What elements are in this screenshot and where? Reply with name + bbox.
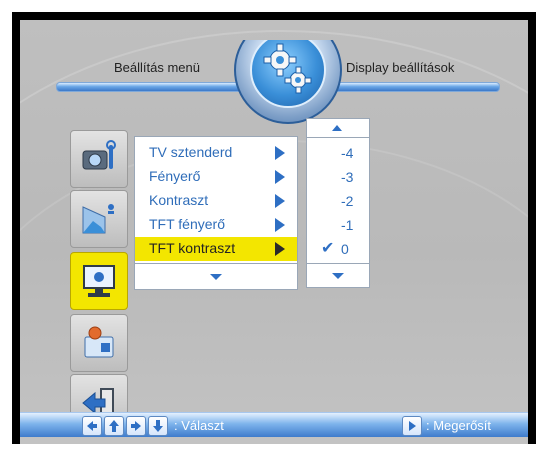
value-list: -4 -3 -2 -1 ✔ 0	[306, 118, 370, 288]
settings-menu: TV sztenderd Fényerő Kontraszt TFT fénye…	[134, 136, 298, 290]
left-arrow-key-icon	[82, 416, 102, 436]
value-scroll-up[interactable]	[307, 119, 369, 138]
menu-item-label: TFT kontraszt	[149, 240, 236, 256]
value-option-label: -3	[341, 169, 354, 185]
menu-title: Beállítás menü	[114, 60, 200, 75]
menu-item-label: TFT fényerő	[149, 216, 225, 232]
sidebar-item-picture-settings[interactable]	[70, 190, 128, 248]
menu-item-label: Kontraszt	[149, 192, 209, 208]
chevron-right-icon	[275, 194, 285, 208]
value-option-label: -2	[341, 193, 354, 209]
title-bar-right	[330, 82, 500, 92]
down-arrow-key-icon	[148, 416, 168, 436]
value-scroll-down[interactable]	[307, 263, 369, 288]
up-arrow-key-icon	[104, 416, 124, 436]
title-bar-left	[56, 82, 252, 92]
chevron-right-icon	[275, 146, 285, 160]
chevron-right-icon	[275, 170, 285, 184]
value-option[interactable]: -3	[307, 165, 369, 189]
chevron-up-icon	[332, 125, 342, 131]
chevron-down-icon	[210, 274, 222, 280]
settings-emblem	[232, 40, 342, 126]
category-sidebar	[70, 116, 128, 436]
picture-settings-icon	[82, 204, 114, 234]
menu-item-tft-brightness[interactable]: TFT fényerő	[135, 213, 297, 237]
menu-item-label: Fényerő	[149, 168, 201, 184]
system-settings-icon	[84, 326, 114, 358]
value-option-label: -4	[341, 145, 354, 161]
select-hint: : Választ	[174, 418, 224, 433]
submenu-title: Display beállítások	[346, 60, 455, 75]
value-option-selected[interactable]: ✔ 0	[307, 237, 369, 261]
display-settings-icon	[83, 265, 115, 297]
menu-item-brightness[interactable]: Fényerő	[135, 165, 297, 189]
chevron-right-icon	[275, 218, 285, 232]
value-option-label: -1	[341, 217, 354, 233]
right-arrow-key-icon	[126, 416, 146, 436]
chevron-down-icon	[332, 273, 344, 279]
menu-item-tv-standard[interactable]: TV sztenderd	[135, 141, 297, 165]
help-bar: : Választ : Megerősít	[20, 412, 528, 437]
menu-item-tft-contrast[interactable]: TFT kontraszt	[135, 237, 297, 261]
value-option[interactable]: -1	[307, 213, 369, 237]
checkmark-icon: ✔	[321, 240, 335, 257]
value-option[interactable]: -4	[307, 141, 369, 165]
confirm-hint: : Megerősít	[426, 418, 492, 433]
chevron-right-icon	[275, 242, 285, 256]
menu-scroll-down[interactable]	[135, 263, 297, 290]
value-option-label: 0	[341, 241, 349, 257]
value-option[interactable]: -2	[307, 189, 369, 213]
camera-settings-icon	[82, 140, 116, 170]
osd-screen: Beállítás menü Display beállítások TV sz…	[20, 20, 528, 444]
ok-key-icon	[402, 416, 422, 436]
menu-item-contrast[interactable]: Kontraszt	[135, 189, 297, 213]
sidebar-item-system-settings[interactable]	[70, 314, 128, 372]
sidebar-item-display-settings[interactable]	[70, 252, 128, 310]
gear-icon	[250, 40, 326, 108]
sidebar-item-camera-settings[interactable]	[70, 130, 128, 188]
menu-item-label: TV sztenderd	[149, 144, 233, 160]
